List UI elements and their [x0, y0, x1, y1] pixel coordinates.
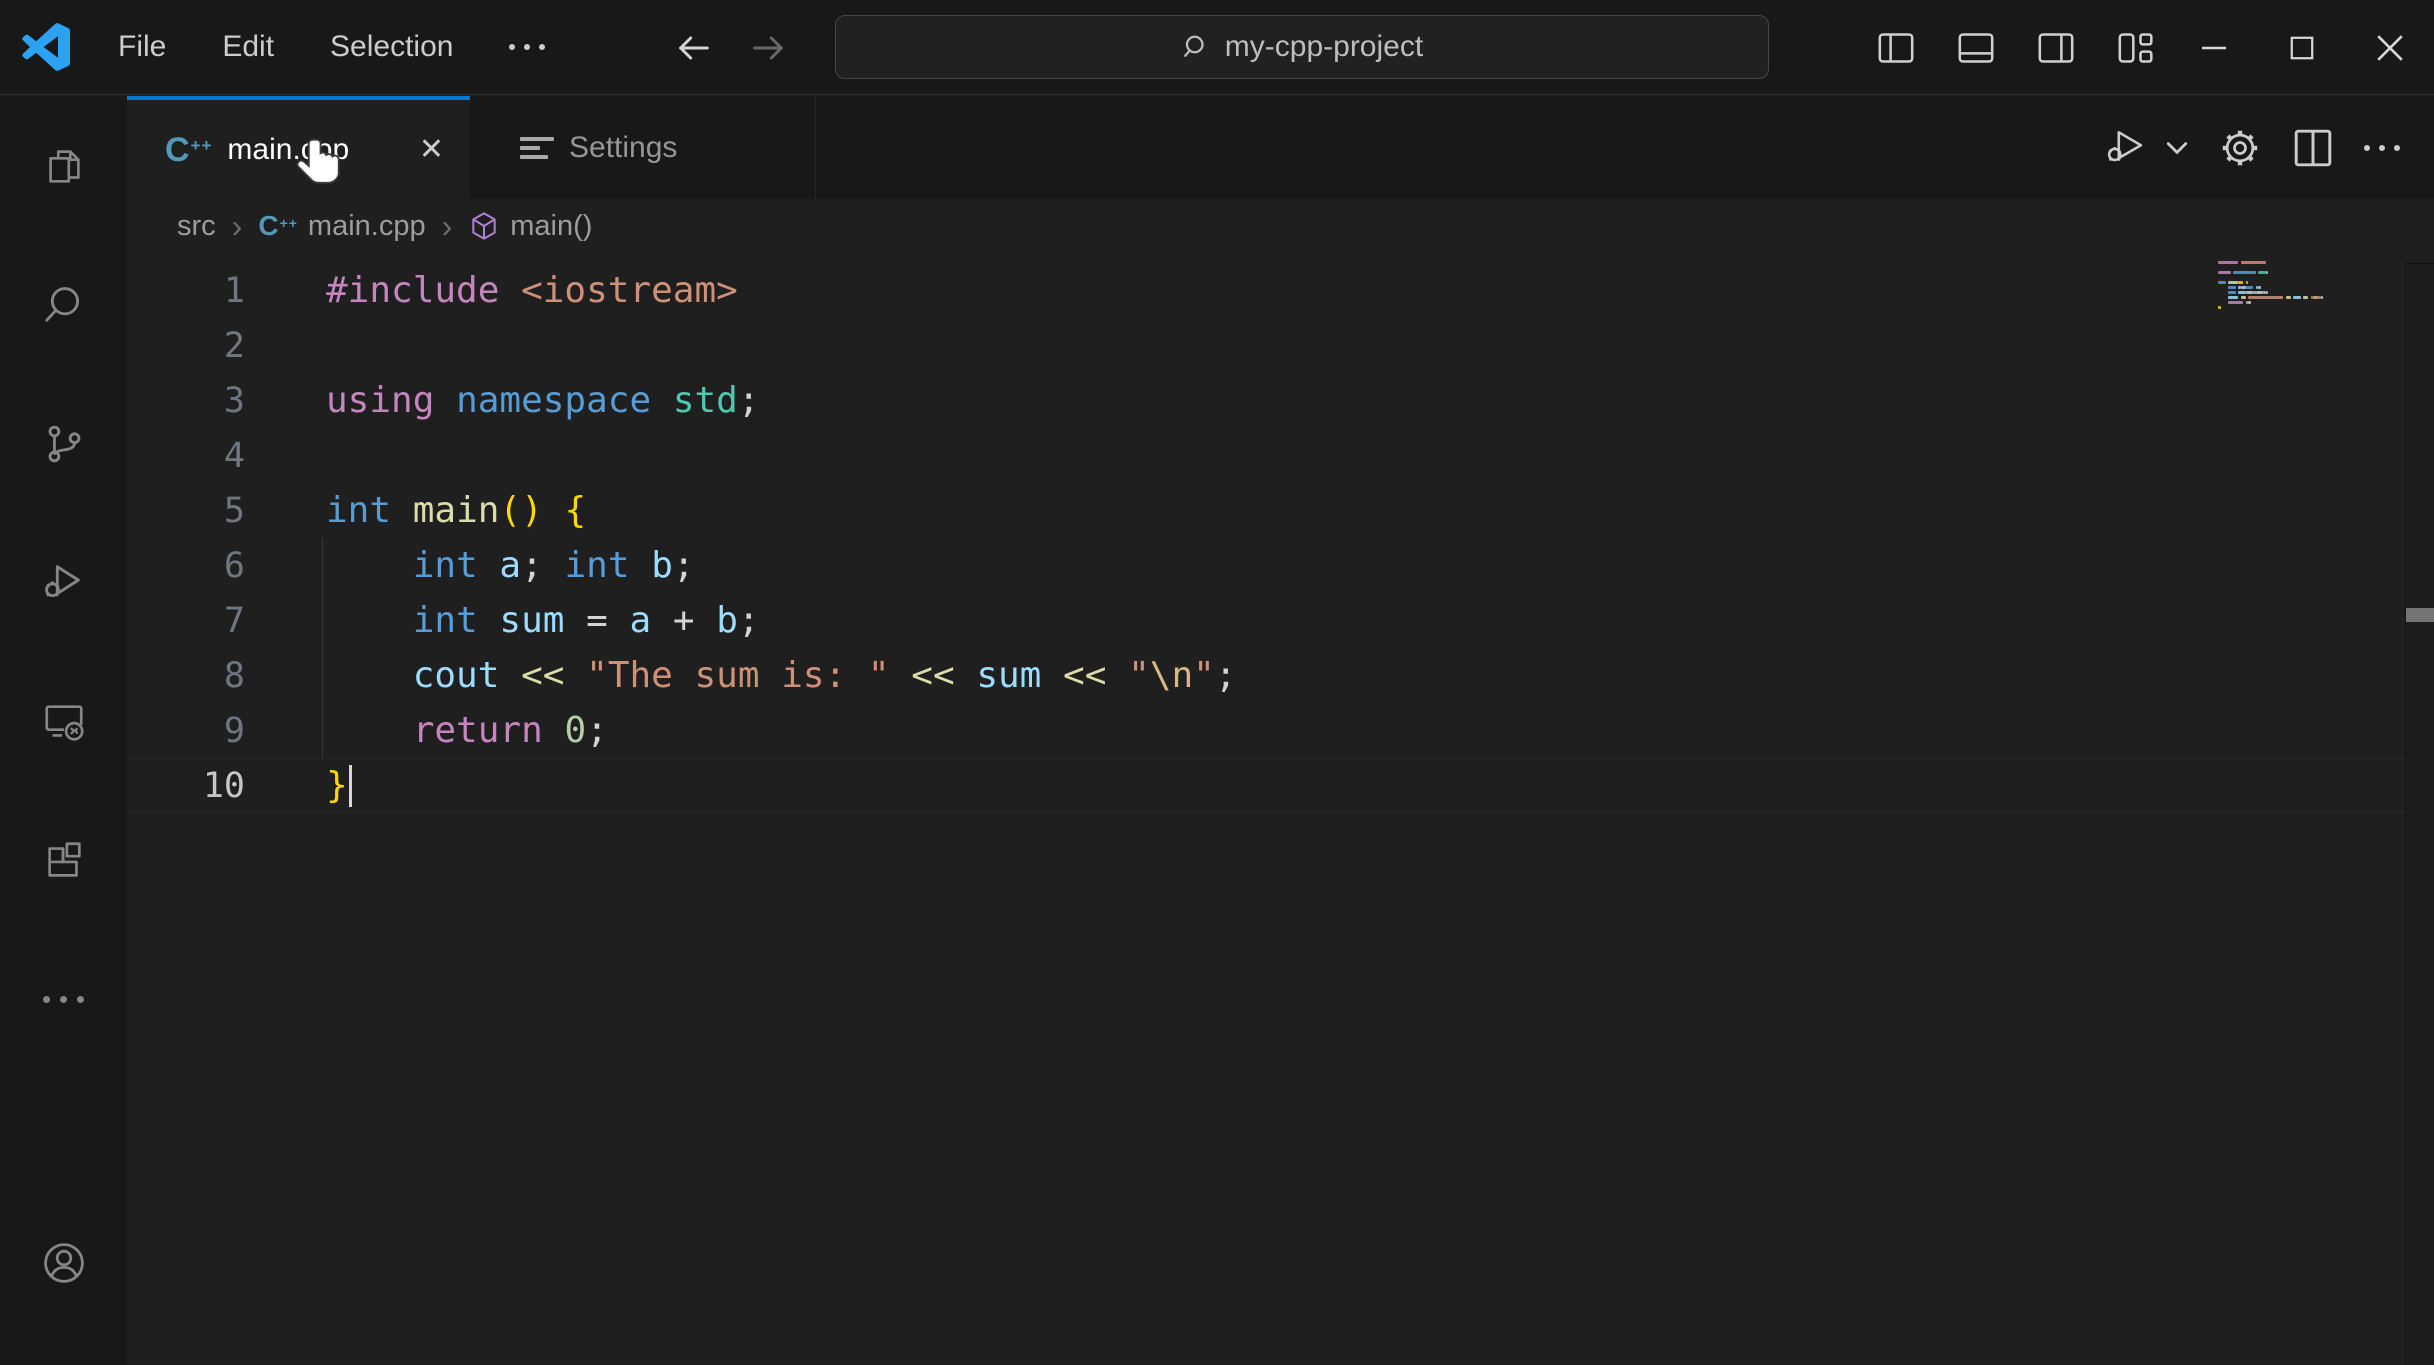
- run-dropdown-chevron-icon[interactable]: [2166, 141, 2188, 155]
- editor-scrollbar[interactable]: [2405, 263, 2434, 1365]
- go-back-icon[interactable]: [672, 26, 716, 70]
- code-line-2[interactable]: 2: [127, 318, 2434, 373]
- additional-views-icon[interactable]: [0, 930, 127, 1069]
- source-control-icon[interactable]: [0, 374, 127, 513]
- settings-file-icon: [520, 136, 554, 159]
- line-number: 5: [223, 490, 245, 531]
- remote-explorer-icon[interactable]: [0, 652, 127, 791]
- tab-label: main.cpp: [227, 132, 350, 166]
- minimap[interactable]: [2218, 261, 2338, 311]
- line-number: 2: [223, 325, 245, 366]
- run-or-debug-icon[interactable]: [2104, 126, 2152, 170]
- toggle-primary-sidebar-icon[interactable]: [1878, 32, 1914, 64]
- editor-actions: [2104, 96, 2400, 199]
- indent-guide: [322, 538, 323, 593]
- title-bar: File Edit Selection my-cpp-project: [0, 0, 2434, 95]
- close-tab-icon[interactable]: ✕: [411, 128, 452, 171]
- breadcrumb-main-symbol[interactable]: main(): [468, 210, 592, 243]
- line-number: 3: [223, 380, 245, 421]
- cpp-file-icon: C ++: [258, 210, 298, 241]
- search-sidebar-icon[interactable]: [0, 235, 127, 374]
- account-icon[interactable]: [0, 1193, 127, 1332]
- line-number: 4: [223, 435, 245, 476]
- go-forward-icon[interactable]: [746, 26, 790, 70]
- tab-label: Settings: [569, 130, 678, 164]
- extensions-icon[interactable]: [0, 791, 127, 930]
- command-center-search[interactable]: my-cpp-project: [835, 15, 1769, 79]
- more-menus-icon[interactable]: [507, 38, 547, 56]
- explorer-icon[interactable]: [0, 96, 127, 235]
- vscode-window: File Edit Selection my-cpp-project C ++ …: [0, 0, 2434, 1365]
- editor-pane: src › C ++ main.cpp › main() 1 #include <i…: [127, 199, 2434, 1365]
- line-number: 8: [223, 655, 245, 696]
- breadcrumb-main-cpp[interactable]: C ++ main.cpp: [258, 210, 425, 243]
- code-line-7[interactable]: 7 int sum = a + b;: [127, 593, 2434, 648]
- toggle-secondary-sidebar-icon[interactable]: [2038, 32, 2074, 64]
- toggle-panel-icon[interactable]: [1958, 32, 1994, 64]
- menu-file[interactable]: File: [116, 24, 168, 70]
- split-editor-icon[interactable]: [2292, 127, 2334, 169]
- code-line-10[interactable]: 10}: [127, 758, 2405, 813]
- line-number: 7: [223, 600, 245, 641]
- menu-edit[interactable]: Edit: [220, 24, 276, 70]
- search-icon: [1183, 35, 1204, 57]
- line-number: 1: [223, 270, 245, 311]
- tab-bar: C ++ main.cpp ✕ Settings: [127, 96, 2434, 199]
- breadcrumb-src[interactable]: src: [177, 210, 216, 243]
- indent-guide: [322, 703, 323, 758]
- breadcrumb: src › C ++ main.cpp › main(): [127, 199, 2434, 253]
- indent-guide: [322, 648, 323, 703]
- text-cursor: [348, 764, 352, 807]
- tab-settings[interactable]: Settings: [470, 96, 816, 199]
- menu-bar: File Edit Selection: [116, 24, 547, 70]
- menu-selection[interactable]: Selection: [328, 24, 455, 70]
- code-line-3[interactable]: 3 using namespace std;: [127, 373, 2434, 428]
- layout-controls: [1878, 0, 2154, 95]
- search-value: my-cpp-project: [1224, 30, 1424, 63]
- line-number: 6: [223, 545, 245, 586]
- customize-layout-icon[interactable]: [2118, 31, 2154, 65]
- indent-guide: [322, 593, 323, 648]
- code-line-4[interactable]: 4: [127, 428, 2434, 483]
- maximize-button[interactable]: [2258, 0, 2346, 95]
- history-nav: [672, 0, 790, 95]
- code-line-9[interactable]: 9 return 0;: [127, 703, 2434, 758]
- minimize-button[interactable]: [2170, 0, 2258, 95]
- cpp-file-icon: C ++: [165, 130, 213, 169]
- code-editor[interactable]: 1 #include <iostream> 2 3 using namespace st…: [127, 253, 2434, 813]
- code-line-5[interactable]: 5 int main() {: [127, 483, 2434, 538]
- run-debug-icon[interactable]: [0, 513, 127, 652]
- vscode-logo-icon: [22, 23, 70, 71]
- more-actions-icon[interactable]: [2364, 144, 2400, 151]
- close-window-button[interactable]: [2346, 0, 2434, 95]
- open-settings-gear-icon[interactable]: [2218, 126, 2262, 170]
- breadcrumb-separator-icon: ›: [231, 207, 243, 244]
- window-controls: [2170, 0, 2434, 95]
- line-number: 9: [223, 710, 245, 751]
- code-line-6[interactable]: 6 int a; int b;: [127, 538, 2434, 593]
- activity-bar: [0, 96, 127, 1365]
- code-line-8[interactable]: 8 cout << "The sum is: " << sum << " \n ";: [127, 648, 2434, 703]
- tab-main-cpp[interactable]: C ++ main.cpp ✕: [127, 96, 470, 199]
- line-number: 10: [202, 765, 245, 806]
- symbol-method-icon: [472, 212, 496, 240]
- editor-group: C ++ main.cpp ✕ Settings src › C ++ main…: [127, 96, 2434, 1365]
- breadcrumb-separator-icon: ›: [441, 207, 453, 244]
- code-line-1[interactable]: 1 #include <iostream>: [127, 263, 2434, 318]
- scrollbar-thumb[interactable]: [2406, 608, 2434, 622]
